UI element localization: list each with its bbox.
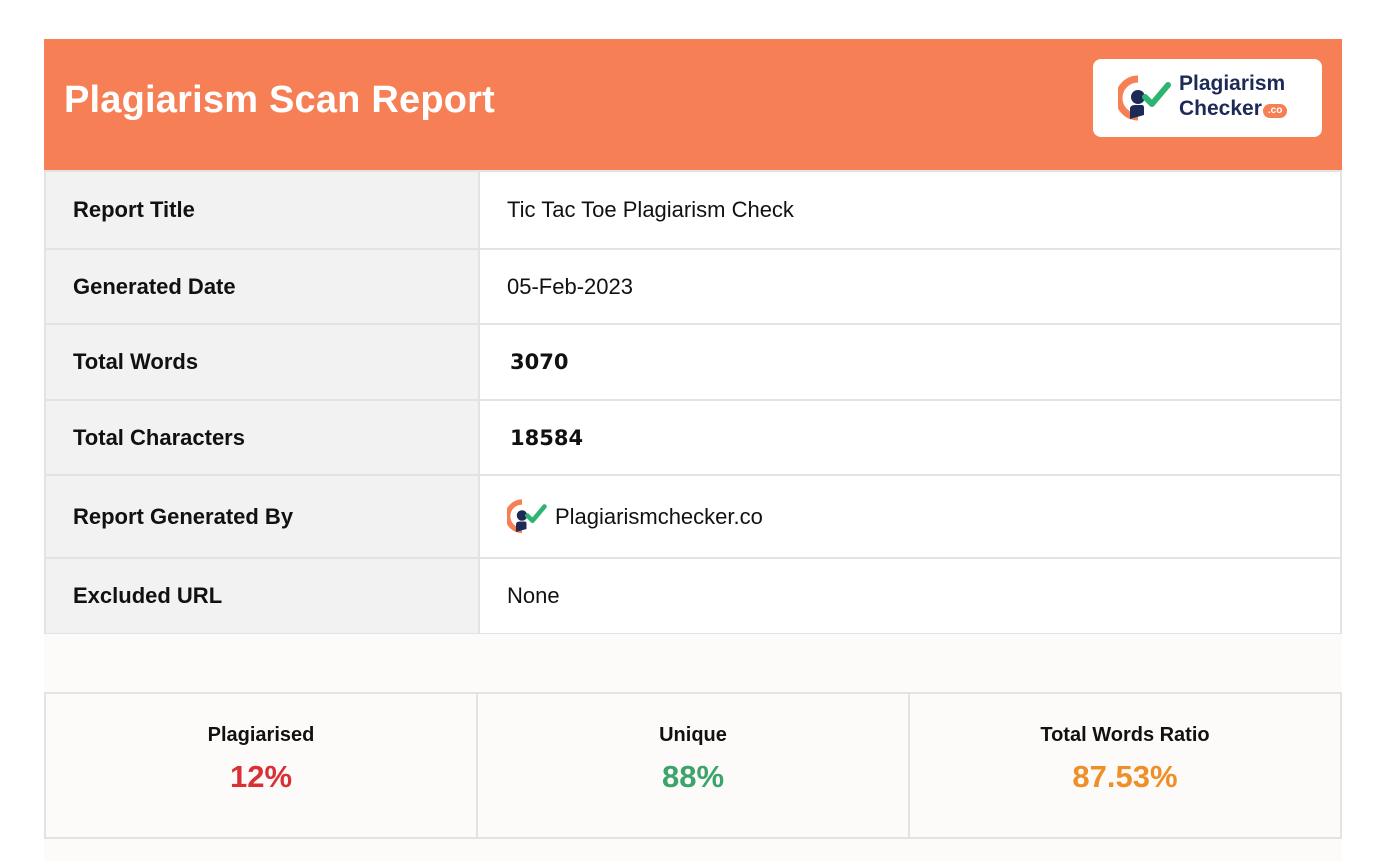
- report-details-table: Report Title Tic Tac Toe Plagiarism Chec…: [44, 170, 1342, 635]
- brand-logo[interactable]: Plagiarism Checker .co: [1093, 59, 1322, 137]
- row-value-generated-date: 05-Feb-2023: [478, 248, 1342, 325]
- stat-plagiarised: Plagiarised 12%: [46, 694, 476, 837]
- stat-total-words-ratio: Total Words Ratio 87.53%: [908, 694, 1340, 837]
- row-label-generated-by: Report Generated By: [44, 474, 480, 559]
- stat-unique: Unique 88%: [476, 694, 908, 837]
- report-header: Plagiarism Scan Report Plagiarism Checke…: [44, 39, 1342, 170]
- total-characters-value: 18584: [510, 425, 584, 450]
- row-label-report-title: Report Title: [44, 170, 480, 250]
- table-row: Report Generated By Plagiarismchecker.co: [44, 474, 1342, 559]
- row-value-total-words: 3070: [478, 323, 1342, 401]
- stat-label: Plagiarised: [207, 724, 315, 746]
- row-label-total-words: Total Words: [44, 323, 480, 401]
- plagiarised-percent: 12%: [229, 759, 293, 794]
- table-row: Total Words 3070: [44, 323, 1342, 401]
- row-value-generated-by: Plagiarismchecker.co: [478, 474, 1342, 559]
- total-words-ratio-percent: 87.53%: [1072, 759, 1178, 794]
- logo-wordmark-line2: Checker .co: [1179, 97, 1288, 121]
- summary-stats: Plagiarised 12% Unique 88% Total Words R…: [44, 692, 1342, 839]
- total-words-value: 3070: [510, 350, 569, 374]
- row-value-excluded-url: None: [478, 557, 1342, 635]
- table-row: Generated Date 05-Feb-2023: [44, 248, 1342, 325]
- row-label-total-characters: Total Characters: [44, 399, 480, 476]
- logo-wordmark-line1: Plagiarism: [1179, 72, 1286, 95]
- table-row: Excluded URL None: [44, 557, 1342, 635]
- stat-label: Total Words Ratio: [1040, 724, 1210, 746]
- stat-label: Unique: [659, 724, 727, 746]
- report-heading: Plagiarism Scan Report: [64, 79, 495, 121]
- row-value-report-title: Tic Tac Toe Plagiarism Check: [478, 170, 1342, 250]
- logo-wordmark-checker: Checker: [1179, 97, 1262, 120]
- row-value-total-characters: 18584: [478, 399, 1342, 476]
- table-row: Report Title Tic Tac Toe Plagiarism Chec…: [44, 170, 1342, 250]
- plagiarism-checker-logo-icon: [1118, 75, 1171, 121]
- generated-by-site-link[interactable]: Plagiarismchecker.co: [555, 504, 763, 530]
- plagiarism-checker-small-logo-icon: [507, 498, 547, 533]
- logo-tld-badge: .co: [1262, 104, 1288, 118]
- table-row: Total Characters 18584: [44, 399, 1342, 476]
- unique-percent: 88%: [661, 759, 725, 794]
- row-label-excluded-url: Excluded URL: [44, 557, 480, 635]
- row-label-generated-date: Generated Date: [44, 248, 480, 325]
